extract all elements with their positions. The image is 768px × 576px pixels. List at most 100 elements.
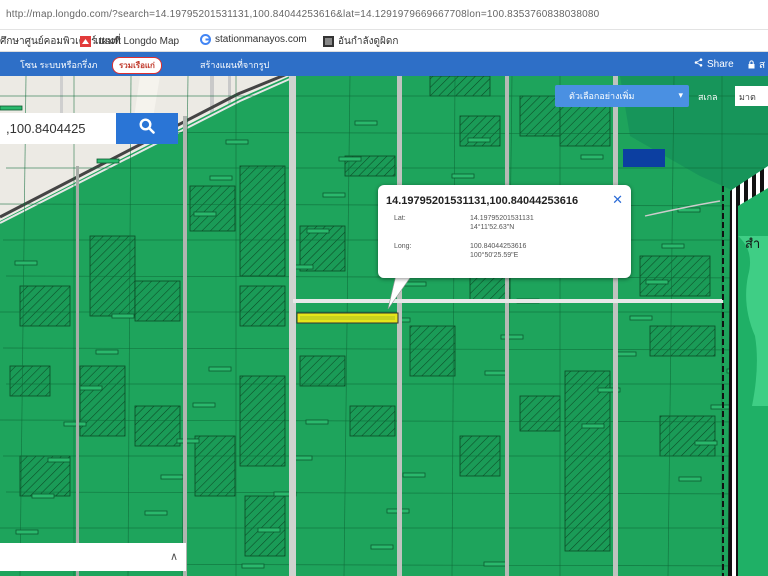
plot-label-box (483, 561, 507, 567)
hatched-plot (429, 76, 491, 97)
plot-label-box (581, 423, 605, 429)
layer-dropdown[interactable]: ตัวเลือกอย่างเพิ่ม ▾ (555, 85, 689, 107)
hatched-plot (244, 495, 286, 557)
plot-label-box (694, 440, 718, 446)
share-icon (694, 58, 703, 70)
plot-label-box (79, 385, 103, 391)
hatched-plot (134, 405, 181, 447)
toolbar-badge[interactable]: รวมเรือแก่ (112, 57, 162, 74)
plot-label-box (14, 260, 38, 266)
hatched-plot (519, 395, 561, 432)
hatched-plot (564, 370, 611, 552)
road-vertical-4 (613, 76, 618, 576)
lat-dms: 14°11'52.63"N (470, 224, 515, 231)
hatched-plot (134, 280, 181, 322)
layer-dropdown-label: ตัวเลือกอย่างเพิ่ม (569, 91, 635, 101)
popup-title: 14.19795201531131,100.84044253616 (386, 195, 579, 207)
hatched-plot (194, 435, 236, 497)
plot-label-box (322, 192, 346, 198)
plot-label-box (257, 527, 281, 533)
scale-select[interactable]: มาต (735, 86, 768, 106)
hatched-plot (239, 165, 286, 277)
plot-label-box (47, 457, 71, 463)
lock-icon (748, 59, 755, 72)
toolbar-item-zone[interactable]: โซน ระบบหรือกรึ่งภ (20, 58, 97, 72)
plot-label-box (144, 510, 168, 516)
google-icon (200, 34, 211, 45)
plot-label-box (31, 493, 55, 499)
hatched-plot (9, 365, 51, 397)
map-icon (80, 36, 91, 47)
hatched-plot (299, 355, 346, 387)
hatched-plot (239, 285, 286, 327)
map-canvas[interactable]: สำ (0, 76, 768, 576)
share-button[interactable]: Share (694, 58, 734, 70)
road-vertical-1 (289, 76, 296, 576)
plot-label-box (370, 544, 394, 550)
hatched-plot (519, 95, 561, 137)
search-button[interactable] (116, 113, 178, 144)
popup-tail (387, 275, 416, 310)
bookmark-station-label: stationmanayos.com (215, 34, 307, 45)
selected-parcel-inner (300, 316, 395, 320)
bookmark-video-label: อันกำลังดูผิดก (338, 36, 399, 47)
address-url[interactable]: http://map.longdo.com/?search=14.1979520… (6, 9, 646, 20)
hatched-plot (639, 255, 711, 297)
bookmark-station[interactable]: stationmanayos.com (200, 34, 307, 45)
plot-label-box (63, 421, 87, 427)
bookmark-video[interactable]: อันกำลังดูผิดก (323, 34, 398, 49)
plot-label-box (580, 154, 604, 160)
map-area-label: สำ (745, 237, 760, 252)
plot-label-box (500, 334, 524, 340)
hatched-plot (469, 275, 511, 302)
plot-label-box (15, 529, 39, 535)
map-toolbar: โซน ระบบหรือกรึ่งภ รวมเรือแก่ สร้างแผนที… (0, 52, 768, 76)
plot-label-box (661, 243, 685, 249)
plot-label-box (484, 370, 508, 376)
plot-label-box (209, 175, 233, 181)
hatched-plot (649, 325, 716, 357)
search-icon (139, 118, 155, 139)
plot-label-box (678, 476, 702, 482)
plot-label-box (305, 419, 329, 425)
lat-label: Lat: (394, 215, 406, 222)
close-icon[interactable]: ✕ (612, 192, 623, 208)
hatched-plot (79, 365, 126, 437)
plot-label-box (402, 472, 426, 478)
road-vertical-0 (183, 116, 187, 576)
plot-label-box (241, 563, 265, 569)
chevron-down-icon: ▾ (678, 90, 683, 100)
plot-label-box (451, 173, 475, 179)
hatched-plot (189, 185, 236, 232)
hatched-plot (409, 325, 456, 377)
plot-label-box (96, 158, 120, 164)
road-vertical-minus1 (76, 166, 79, 576)
scale-label: สเกล (698, 92, 718, 102)
chevron-up-icon[interactable]: ∧ (170, 550, 178, 563)
search-input[interactable] (0, 113, 116, 144)
plot-label-box (629, 315, 653, 321)
address-bar[interactable]: http://map.longdo.com/?search=14.1979520… (0, 0, 768, 30)
plot-label-box (354, 120, 378, 126)
video-icon (323, 36, 334, 47)
toolbar-right-item[interactable]: ส (748, 58, 765, 73)
map-layer[interactable]: สำ (0, 76, 768, 576)
bookmark-longdo-label: แผนที่ Longdo Map (95, 36, 180, 47)
toolbar-item-create[interactable]: สร้างแผนที่จากรูป (200, 58, 269, 72)
plot-label-box (176, 438, 200, 444)
plot-label-box (0, 105, 23, 111)
plot-label-box (208, 366, 232, 372)
share-label: Share (707, 58, 734, 70)
plot-label-box (111, 313, 135, 319)
plot-label-box (338, 156, 362, 162)
lat-decimal: 14.19795201531131 (470, 215, 534, 222)
bookmark-longdo[interactable]: แผนที่ Longdo Map (80, 34, 179, 49)
toolbar-right-label: ส (759, 60, 766, 71)
long-dms: 100°50'25.59"E (470, 252, 519, 259)
hatched-plot (19, 285, 71, 327)
road-vertical-3 (505, 76, 509, 576)
blue-marker (623, 149, 665, 167)
bottom-panel[interactable]: ∧ (0, 543, 186, 571)
plot-label-box (467, 137, 491, 143)
road-horizontal (293, 299, 723, 303)
